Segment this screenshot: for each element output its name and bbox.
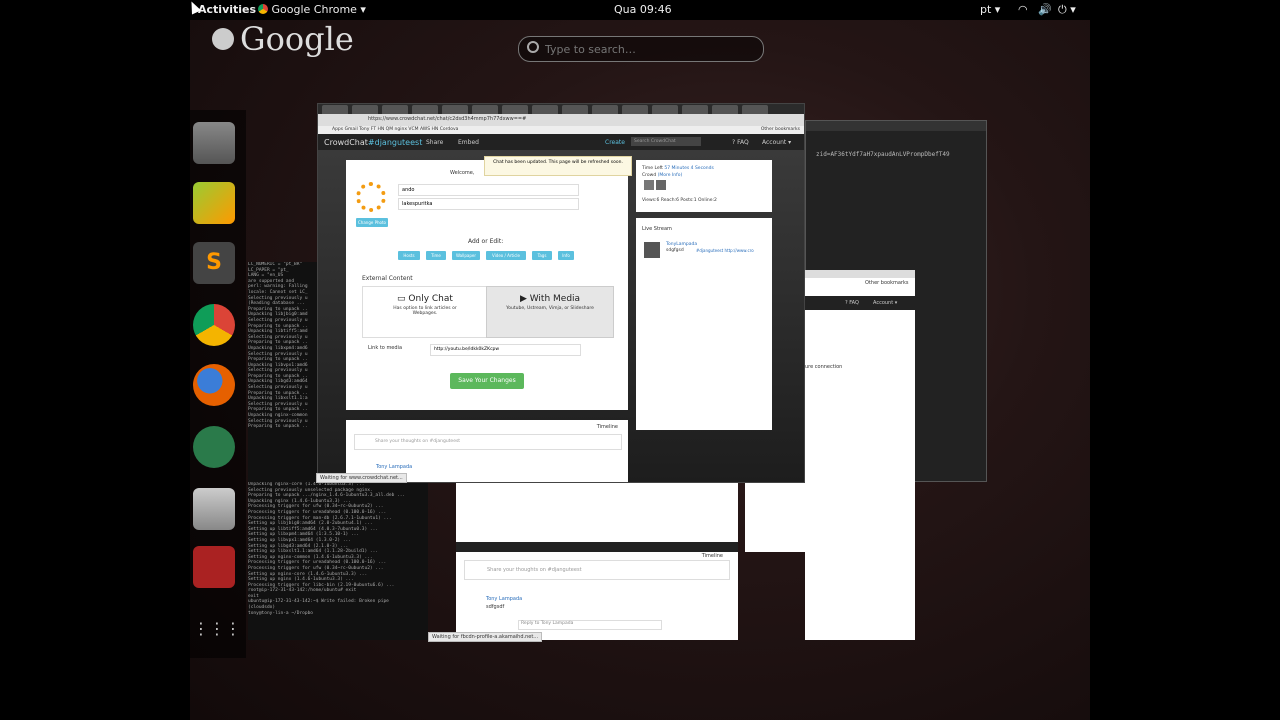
update-alert: Chat has been updated. This page will be… [484, 156, 632, 176]
dash: S ⋮⋮⋮ [190, 110, 246, 658]
power-icon[interactable]: ⏻ ▾ [1058, 3, 1076, 17]
terminal-line: Preparing to unpack .. [248, 357, 308, 363]
browser-tab[interactable] [562, 105, 588, 114]
hangouts-icon [212, 27, 234, 50]
status-bar: Waiting for www.crowdchat.net... [316, 473, 407, 483]
info-panel: Time Left 57 Minutes 4 Seconds Crowd (Mo… [636, 160, 772, 212]
terminal-line: tony@tony-lin-a ~/Dropbo [248, 610, 314, 616]
tag-button[interactable]: Tags [532, 251, 552, 260]
create-button[interactable]: Create [605, 139, 625, 146]
browser-tab[interactable] [532, 105, 558, 114]
terminal-window-upper[interactable]: LC_NUMERIC = "pt_BR" LC_PAPER = "pt_ LANG … [248, 262, 318, 482]
tab-strip [318, 104, 804, 114]
app-menu[interactable]: Google Chrome ▾ [258, 3, 366, 16]
crowdchat-search[interactable]: Search CrowdChat [631, 137, 701, 146]
address-bar[interactable]: https://www.crowdchat.net/chat/c2dsd3h4m… [318, 114, 804, 126]
wifi-icon[interactable]: ◠ [1018, 3, 1028, 16]
avatar[interactable] [644, 180, 654, 190]
tag-button[interactable]: Video / Article [486, 251, 526, 260]
top-bar: Activities Google Chrome ▾ Qua 09:46 pt … [190, 0, 1090, 20]
live-stream-panel: Live Stream TonyLampada sdgfgsd #djangut… [636, 218, 772, 430]
account-menu[interactable]: Account ▾ [762, 139, 791, 146]
terminal-line: Selecting previously u [248, 385, 308, 391]
atom-icon[interactable] [193, 426, 235, 468]
browser-tab[interactable] [442, 105, 468, 114]
crowdchat-page: Change Photo Welcome, ando lakespuritka … [318, 150, 804, 482]
tag-button[interactable]: Hosts [398, 251, 420, 260]
browser-tab[interactable] [382, 105, 408, 114]
browser-tab[interactable] [502, 105, 528, 114]
media-url-input[interactable]: http://youtu.be/ldkk0kZKcpw [430, 344, 581, 356]
terminal-line: Preparing to unpack .../nginx_1.4.6-1ubu… [248, 493, 406, 499]
screen-recorder-icon[interactable] [193, 546, 235, 588]
with-media-option[interactable]: ▶ With Media Youtube, Ustream, Vimja, or… [486, 286, 614, 338]
terminal-line: locale: Cannot set LC_ [248, 289, 308, 295]
terminal-line: Unpacking libxpm4:amd6 [248, 345, 308, 351]
tag-button[interactable]: Time [426, 251, 446, 260]
crowdchat-logo[interactable]: CrowdChat#djanguteest [324, 138, 422, 147]
share-button[interactable]: Share [426, 139, 443, 146]
change-photo-button[interactable]: Change Photo [356, 218, 388, 227]
browser-tab[interactable] [472, 105, 498, 114]
avatar[interactable] [644, 242, 660, 258]
crowdchat-avatar-icon [356, 182, 386, 212]
overview-search-input[interactable] [543, 42, 747, 57]
chrome-icon[interactable] [193, 304, 235, 346]
google-brand: Google [212, 20, 354, 58]
show-apps-icon[interactable]: ⋮⋮⋮ [193, 608, 241, 650]
browser-tab[interactable] [322, 105, 348, 114]
trash-icon[interactable] [193, 122, 235, 164]
chrome-window-crowdchat[interactable]: https://www.crowdchat.net/chat/c2dsd3h4m… [317, 103, 805, 483]
activities-button[interactable]: Activities [198, 3, 256, 16]
name-field[interactable]: ando [398, 184, 579, 196]
username-field[interactable]: lakespuritka [398, 198, 579, 210]
clock[interactable]: Qua 09:46 [614, 3, 672, 16]
language-menu[interactable]: pt ▾ [980, 3, 1000, 16]
browser-window-panel [745, 482, 883, 552]
browser-tab[interactable] [352, 105, 378, 114]
browser-window-lower[interactable]: Share your thoughts on #djanguteest Time… [456, 482, 738, 640]
tag-button[interactable]: Wallpaper [452, 251, 480, 260]
search-icon [527, 41, 539, 53]
browser-tab[interactable] [682, 105, 708, 114]
tag-button[interactable]: Info [558, 251, 574, 260]
avatar[interactable] [656, 180, 666, 190]
terminal-window[interactable]: Unpacking nginx-core (1.4.6-1ubuntu3.3) … [248, 482, 428, 640]
terminal-line: Preparing to unpack .. [248, 424, 308, 430]
save-changes-button[interactable]: Save Your Changes [450, 373, 524, 389]
overview-search[interactable] [518, 36, 764, 62]
status-bar: Waiting for fbcdn-profile-a.akamaihd.net… [428, 632, 543, 642]
crowdchat-navbar: CrowdChat#djanguteest Share Embed Create… [318, 134, 804, 150]
timeline-dropdown[interactable]: Timeline [597, 424, 618, 430]
browser-tab[interactable] [622, 105, 648, 114]
embed-button[interactable]: Embed [458, 139, 479, 146]
browser-tab[interactable] [742, 105, 768, 114]
terminal-line: Unpacking libtiff5:amd [248, 329, 308, 335]
only-chat-option[interactable]: ▭ Only Chat Has option to link articles … [362, 286, 488, 338]
account-menu[interactable]: Account ▾ [873, 300, 897, 306]
terminal-line: Selecting previously u [248, 317, 308, 323]
files-icon[interactable] [193, 488, 235, 530]
faq-link[interactable]: ? FAQ [845, 300, 859, 306]
edit-panel: Change Photo Welcome, ando lakespuritka … [346, 160, 628, 410]
volume-icon[interactable]: 🔊 [1038, 3, 1052, 16]
browser-window-right-lower[interactable]: Other bookmarks ? FAQ Account ▾ ure conn… [805, 270, 915, 640]
browser-tab[interactable] [412, 105, 438, 114]
faq-link[interactable]: ? FAQ [732, 139, 749, 146]
share-thoughts-input[interactable]: Share your thoughts on #djanguteest [354, 434, 622, 450]
bookmarks-bar: Apps Gmail Tony FT HN QM nginx VCM AWS H… [318, 126, 804, 134]
browser-tab[interactable] [592, 105, 618, 114]
pycharm-icon[interactable] [193, 182, 235, 224]
chrome-icon [258, 4, 268, 14]
browser-tab[interactable] [712, 105, 738, 114]
sublime-text-icon[interactable]: S [193, 242, 235, 284]
browser-tab[interactable] [652, 105, 678, 114]
terminal-line: Unpacking nginx-common [248, 413, 308, 419]
firefox-icon[interactable] [193, 364, 235, 406]
